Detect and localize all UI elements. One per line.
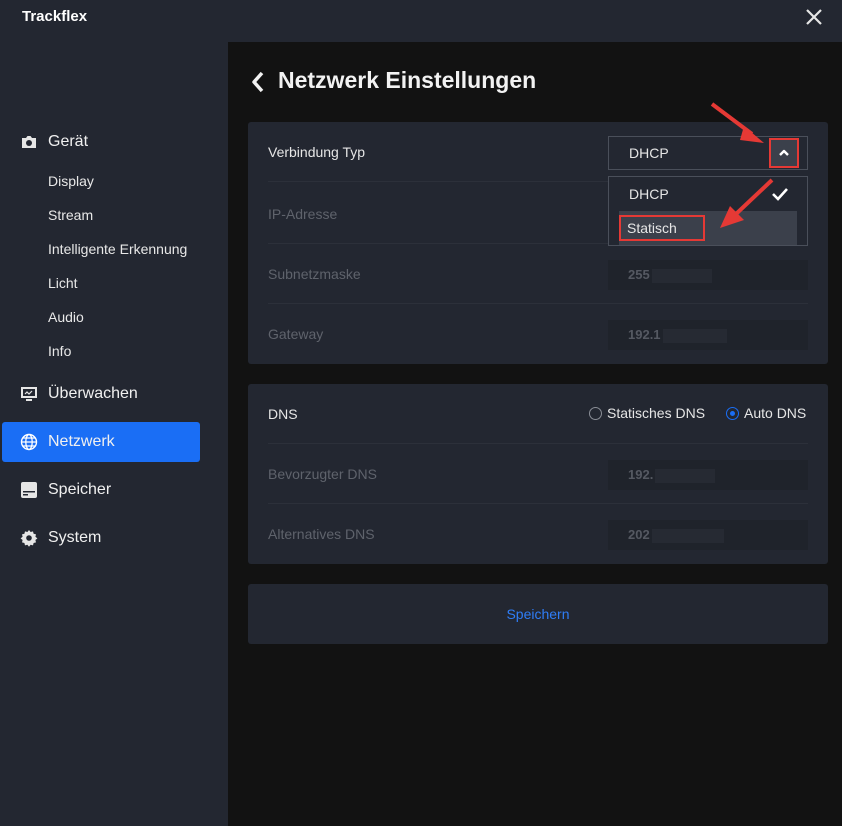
radio-checked-icon [726,406,739,420]
gateway-value: 192.1 [628,327,661,342]
subnet-label: Subnetzmaske [268,266,361,282]
gateway-field[interactable]: 192.1 [608,320,808,350]
radio-static-dns[interactable]: Statisches DNS [589,405,705,421]
redacted-blur [651,268,712,283]
app-title: Trackflex [22,8,88,25]
connection-type-dropdown: DHCP Statisch [608,176,808,246]
storage-icon [21,482,37,498]
sidebar-subitem-info[interactable]: Info [48,343,71,359]
sidebar-item-geraet[interactable]: Gerät [2,122,200,162]
connection-type-label: Verbindung Typ [268,144,366,160]
page-title: Netzwerk Einstellungen [278,67,537,93]
monitor-icon [21,387,37,401]
dropdown-option-dhcp[interactable]: DHCP [609,177,807,211]
connection-type-value: DHCP [629,145,669,161]
sidebar-subitem-display[interactable]: Display [48,173,94,189]
radio-unchecked-icon [589,406,602,420]
alternative-dns-field[interactable]: 202 [608,520,808,550]
sidebar-item-speicher[interactable]: Speicher [2,470,200,510]
option-label: DHCP [629,186,669,202]
gateway-label: Gateway [268,326,324,342]
sidebar-subitem-intelligente-erkennung[interactable]: Intelligente Erkennung [48,241,187,257]
save-label: Speichern [506,606,570,622]
back-chevron-icon[interactable] [248,70,268,94]
connection-type-select[interactable]: DHCP [608,136,808,170]
camera-icon [22,136,36,148]
sidebar-item-label: System [48,529,102,546]
redacted-blur [651,528,724,543]
sidebar-subitem-stream[interactable]: Stream [48,207,93,223]
sidebar-subitem-licht[interactable]: Licht [48,275,78,291]
alternative-dns-label: Alternatives DNS [268,526,375,542]
subnet-row: Subnetzmaske 255 [248,244,828,304]
subnet-field[interactable]: 255 [608,260,808,290]
ip-address-label: IP-Adresse [268,206,338,222]
dropdown-option-statisch[interactable]: Statisch [619,211,797,245]
sidebar-item-label: Netzwerk [48,433,115,450]
gateway-row: Gateway 192.1 [248,304,828,364]
check-icon [772,188,788,201]
sidebar-item-ueberwachen[interactable]: Überwachen [2,374,200,414]
alternative-dns-value: 202 [628,527,650,542]
radio-auto-dns[interactable]: Auto DNS [726,405,806,421]
chevron-up-icon [779,149,789,156]
radio-label: Auto DNS [744,405,807,421]
title-bar: Trackflex [0,0,842,42]
option-label: Statisch [627,220,677,236]
globe-icon [20,433,38,451]
close-icon[interactable] [804,7,824,27]
sidebar-item-label: Gerät [48,133,89,150]
sidebar-item-netzwerk[interactable]: Netzwerk [2,422,200,462]
redacted-blur [662,328,727,343]
preferred-dns-value: 192. [628,467,654,482]
preferred-dns-label: Bevorzugter DNS [268,466,377,482]
dropdown-toggle-button[interactable] [769,138,799,168]
sidebar-subitem-audio[interactable]: Audio [48,309,84,325]
alternative-dns-row: Alternatives DNS 202 [248,504,828,564]
subnet-value: 255 [628,267,650,282]
radio-label: Statisches DNS [607,405,706,421]
save-button[interactable]: Speichern [248,584,828,644]
sidebar-item-label: Überwachen [48,385,138,402]
gear-icon [20,530,38,547]
sidebar-item-system[interactable]: System [2,518,200,558]
sidebar-item-label: Speicher [48,481,112,498]
redacted-blur [655,468,716,483]
preferred-dns-row: Bevorzugter DNS 192. [248,444,828,504]
dns-label: DNS [268,406,298,422]
preferred-dns-field[interactable]: 192. [608,460,808,490]
